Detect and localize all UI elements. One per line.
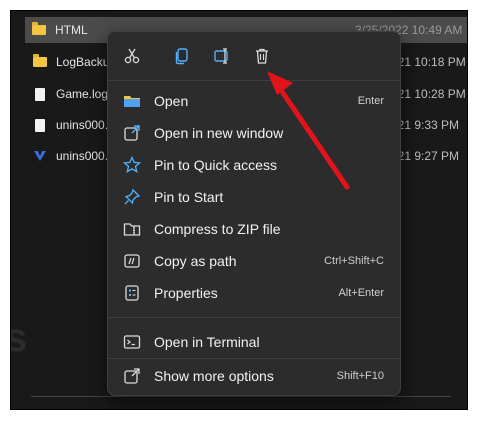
file-explorer-window: HTML 3/25/2022 10:49 AM LogBackup 021 10…: [10, 10, 468, 410]
red-arrow-icon: [267, 71, 350, 190]
